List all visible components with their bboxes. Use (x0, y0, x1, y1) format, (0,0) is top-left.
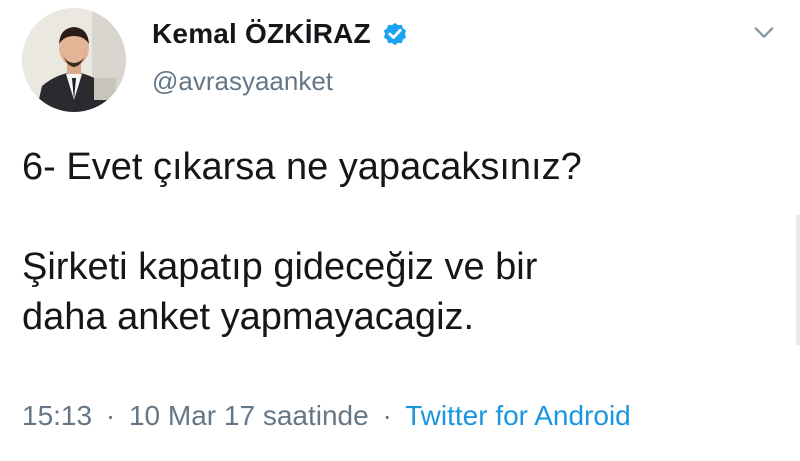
tweet-meta: 15:13 · 10 Mar 17 saatinde · Twitter for… (22, 400, 631, 432)
verified-badge-icon (383, 22, 406, 46)
tweet-line-question: 6- Evet çıkarsa ne yapacaksınız? (22, 146, 582, 188)
user-handle[interactable]: @avrasyaanket (152, 66, 333, 97)
author-row: Kemal ÖZKİRAZ (152, 14, 409, 54)
tweet-line-answer-1: Şirketi kapatıp gideceğiz ve bir (22, 246, 538, 288)
tweet-time[interactable]: 15:13 (22, 400, 92, 431)
tweet-source-link[interactable]: Twitter for Android (405, 400, 631, 431)
tweet-line-answer-2: daha anket yapmayacagiz. (22, 296, 475, 338)
avatar[interactable] (22, 8, 126, 112)
meta-separator: · (105, 400, 116, 431)
display-name[interactable]: Kemal ÖZKİRAZ (152, 18, 371, 50)
tweet-text: 6- Evet çıkarsa ne yapacaksınız? Şirketi… (22, 142, 782, 342)
meta-separator-2: · (382, 400, 392, 431)
tweet-card: Kemal ÖZKİRAZ @avrasyaanket 6- Evet çıka… (0, 0, 800, 461)
avatar-image (22, 8, 126, 112)
chevron-down-icon[interactable] (750, 18, 778, 46)
tweet-date[interactable]: 10 Mar 17 saatinde (129, 400, 369, 431)
scrollbar[interactable] (796, 215, 800, 345)
